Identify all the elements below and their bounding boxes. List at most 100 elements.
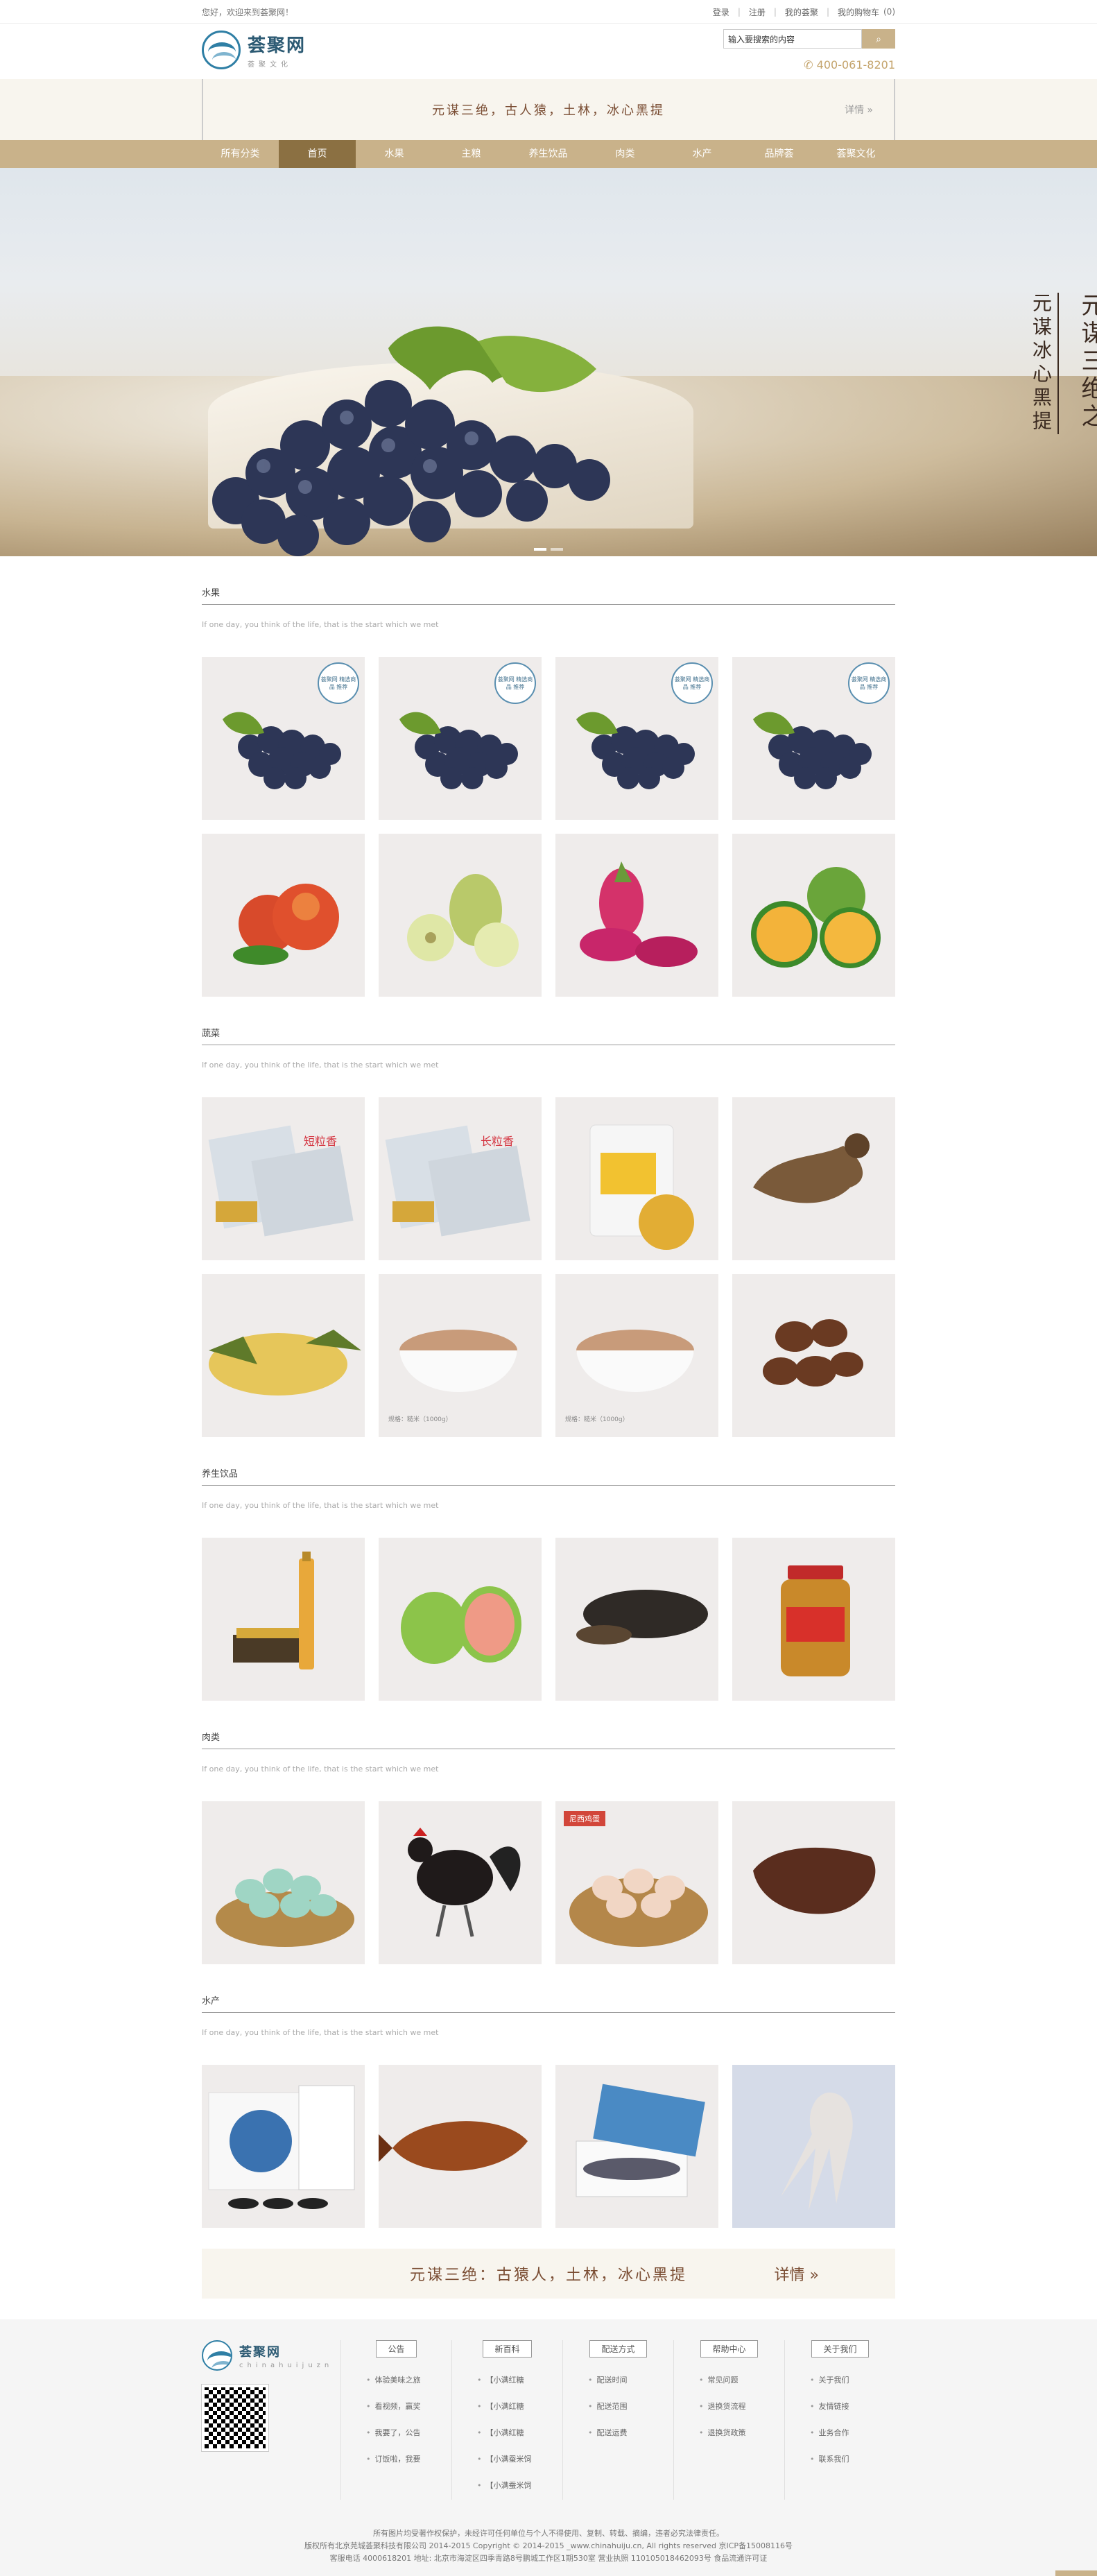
promo2-more-link[interactable]: 详情 »: [775, 2262, 819, 2285]
product-card[interactable]: 规格：糙米（1000g）: [379, 1274, 542, 1437]
cart-count: (0): [883, 7, 895, 17]
product-tag: 短粒香: [303, 1135, 337, 1148]
section-title: 养生饮品: [202, 1466, 895, 1486]
product-card[interactable]: [202, 1538, 365, 1701]
product-card[interactable]: [379, 834, 542, 997]
footer-link[interactable]: 体验美味之旅: [366, 2374, 451, 2385]
footer-link[interactable]: 退换货政策: [699, 2427, 784, 2438]
promo-more-link[interactable]: 详情 »: [845, 103, 873, 117]
product-card[interactable]: [202, 2065, 365, 2228]
footer-link[interactable]: 联系我们: [810, 2453, 895, 2464]
product-card[interactable]: 尼西鸡蛋: [555, 1801, 718, 1964]
cart-link[interactable]: 我的购物车: [838, 6, 879, 18]
promo-banner-bottom[interactable]: 元谋三绝：古猿人，土林，冰心黑提 详情 »: [202, 2249, 895, 2299]
nav-fruit[interactable]: 水果: [356, 140, 433, 168]
product-card[interactable]: [202, 1801, 365, 1964]
footer-col-head: 关于我们: [811, 2340, 869, 2358]
product-card[interactable]: 荟聚网 精选商品 推荐: [202, 657, 365, 820]
footer-link[interactable]: 订饭啦，我要: [366, 2453, 451, 2464]
section-subtitle: If one day, you think of the life, that …: [202, 620, 439, 629]
honey-jar-image: [781, 1565, 850, 1676]
nav-brands[interactable]: 品牌荟: [741, 140, 818, 168]
carousel-dot[interactable]: [551, 548, 563, 551]
section-vegetables: 蔬菜 If one day, you think of the life, th…: [202, 1026, 895, 1437]
section-subtitle: If one day, you think of the life, that …: [202, 1764, 439, 1774]
pear-image: [407, 874, 519, 967]
my-account-link[interactable]: 我的荟聚: [785, 6, 818, 18]
product-card[interactable]: [732, 1538, 895, 1701]
nav-culture[interactable]: 荟聚文化: [818, 140, 895, 168]
product-card[interactable]: 荟聚网 精选商品 推荐: [732, 657, 895, 820]
fish-box-image: [576, 2084, 705, 2197]
footer-line: 客服电话 4000618201 地址: 北京市海淀区四季青路8号鹏城工作区1期5…: [329, 2554, 768, 2563]
oil-bottle-image: [233, 1552, 314, 1669]
oat-bucket-image: [589, 1124, 694, 1250]
login-link[interactable]: 登录: [713, 6, 729, 18]
product-card[interactable]: [732, 1097, 895, 1260]
product-card[interactable]: [202, 834, 365, 997]
hero-banner[interactable]: 元谋三绝之 元谋冰心黑提: [0, 168, 1097, 556]
footer-link[interactable]: 【小满蚕米饲: [477, 2480, 562, 2491]
footer-link[interactable]: 【小满红糖: [477, 2401, 562, 2412]
carousel-dot[interactable]: [534, 548, 546, 551]
cabbage-image: [209, 1330, 361, 1396]
top-links: 登录 | 注册 | 我的荟聚 | 我的购物车 (0): [712, 6, 895, 18]
product-card[interactable]: [202, 1274, 365, 1437]
footer-logo: 荟聚网 chinahuijuzn: [201, 2340, 340, 2500]
nav-seafood[interactable]: 水产: [664, 140, 741, 168]
product-card[interactable]: 短粒香: [202, 1097, 365, 1260]
search-button[interactable]: ⌕: [862, 29, 895, 49]
product-card[interactable]: 规格：糙米（1000g）: [555, 1274, 718, 1437]
product-card[interactable]: [379, 1538, 542, 1701]
footer-col-head: 公告: [376, 2340, 417, 2358]
search-icon: ⌕: [876, 33, 881, 44]
footer-link[interactable]: 我要了，公告: [366, 2427, 451, 2438]
product-card[interactable]: [732, 1801, 895, 1964]
product-card[interactable]: 荟聚网 精选商品 推荐: [379, 657, 542, 820]
footer-link[interactable]: 关于我们: [810, 2374, 895, 2385]
product-card[interactable]: [379, 1801, 542, 1964]
footer-link[interactable]: 业务合作: [810, 2427, 895, 2438]
footer-link[interactable]: 【小满红糖: [477, 2374, 562, 2385]
product-card[interactable]: 荟聚网 精选商品 推荐: [555, 657, 718, 820]
section-title: 水产: [202, 1993, 895, 2013]
footer-link[interactable]: 友情链接: [810, 2401, 895, 2412]
banner-line1: 元谋三绝之: [1077, 293, 1097, 431]
apple-image: [233, 884, 339, 965]
nav-all-categories[interactable]: 所有分类: [202, 140, 279, 168]
footer-link[interactable]: 退换货流程: [699, 2401, 784, 2412]
product-card[interactable]: [555, 1538, 718, 1701]
nav-grain[interactable]: 主粮: [433, 140, 510, 168]
footer-col-notice: 公告 体验美味之旅 看视频，赢奖 我要了，公告 订饭啦，我要: [340, 2340, 451, 2500]
product-card[interactable]: [732, 2065, 895, 2228]
footer-col-about: 关于我们 关于我们 友情链接 业务合作 联系我们: [784, 2340, 895, 2500]
footer-link[interactable]: 【小满红糖: [477, 2427, 562, 2438]
grapes-image: [212, 326, 610, 556]
footer-link[interactable]: 常见问题: [699, 2374, 784, 2385]
squid-image: [781, 2093, 853, 2210]
footer-link[interactable]: 配送运费: [588, 2427, 673, 2438]
footer-col-head: 新百科: [483, 2340, 532, 2358]
cured-meat-image: [753, 1847, 876, 1914]
nav-drinks[interactable]: 养生饮品: [510, 140, 587, 168]
section-subtitle: If one day, you think of the life, that …: [202, 2028, 439, 2037]
nav-meat[interactable]: 肉类: [587, 140, 664, 168]
search-input[interactable]: [723, 29, 862, 49]
footer-col-head: 帮助中心: [700, 2340, 758, 2358]
site-logo[interactable]: 荟聚网 荟聚文化: [202, 31, 306, 69]
footer-link[interactable]: 【小满蚕米饲: [477, 2453, 562, 2464]
product-card[interactable]: [732, 834, 895, 997]
product-card[interactable]: [555, 834, 718, 997]
nav-home[interactable]: 首页: [279, 140, 356, 168]
footer-link[interactable]: 配送范围: [588, 2401, 673, 2412]
product-card[interactable]: [555, 1097, 718, 1260]
product-card[interactable]: [379, 2065, 542, 2228]
back-to-top[interactable]: [1055, 2570, 1097, 2576]
footer-link[interactable]: 看视频，赢奖: [366, 2401, 451, 2412]
product-card[interactable]: [732, 1274, 895, 1437]
register-link[interactable]: 注册: [749, 6, 766, 18]
product-card[interactable]: 长粒香: [379, 1097, 542, 1260]
footer-link[interactable]: 配送时间: [588, 2374, 673, 2385]
logo-name: 荟聚网: [248, 35, 306, 56]
product-card[interactable]: [555, 2065, 718, 2228]
